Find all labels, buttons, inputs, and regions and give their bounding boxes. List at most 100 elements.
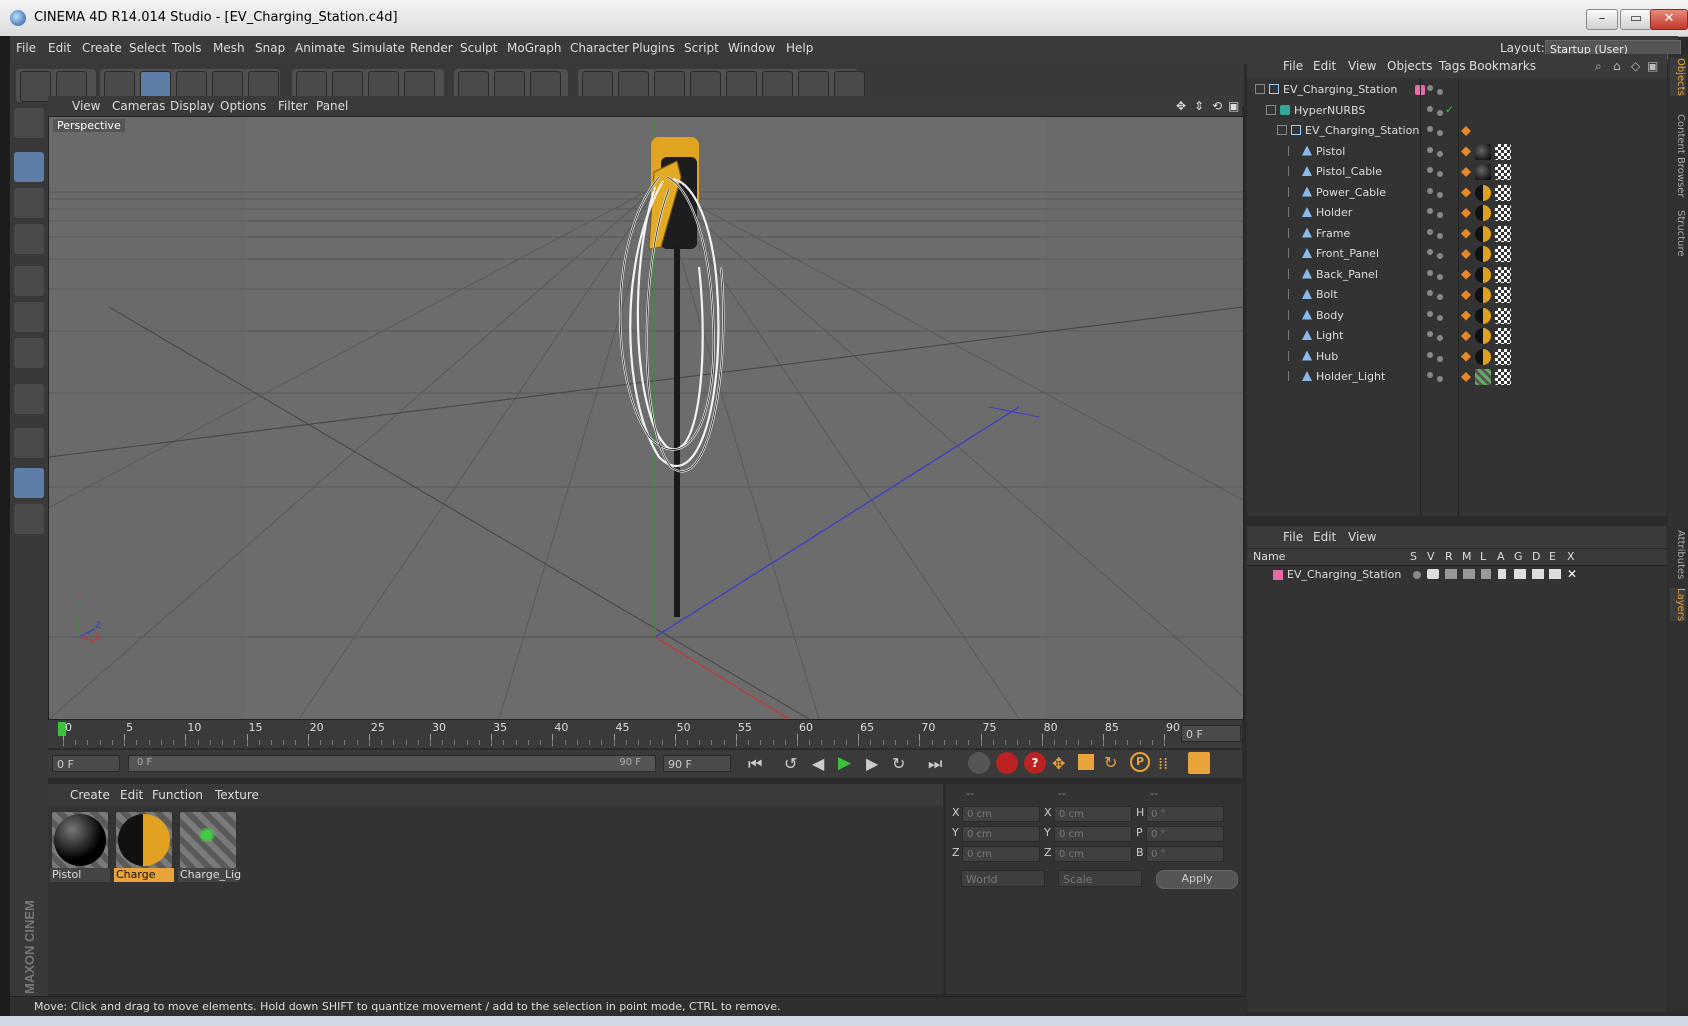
phong-tag-icon[interactable] <box>1461 167 1471 177</box>
record-keys-icon[interactable] <box>968 752 990 774</box>
uvw-tag-icon[interactable] <box>1495 307 1511 324</box>
layer-col-name[interactable]: Name <box>1253 550 1285 563</box>
timeline-window-icon[interactable] <box>1188 752 1210 774</box>
key-rotation-icon[interactable]: ↻ <box>1104 753 1117 772</box>
goto-previous-key-icon[interactable]: ↺ <box>784 754 797 773</box>
material-tag-charge-icon[interactable] <box>1475 348 1491 365</box>
model-mode-icon[interactable] <box>14 152 44 182</box>
objects-menu-objects[interactable]: Objects <box>1387 59 1432 73</box>
object-name[interactable]: Body <box>1316 309 1344 322</box>
menu-tools[interactable]: Tools <box>172 41 202 55</box>
phong-tag-icon[interactable] <box>1461 187 1471 198</box>
rotation-p-field[interactable]: 0 ° <box>1146 826 1224 842</box>
object-row[interactable]: Bolt <box>1247 285 1667 305</box>
new-window-icon[interactable]: ▣ <box>1647 59 1658 73</box>
menu-script[interactable]: Script <box>684 41 719 55</box>
menu-select[interactable]: Select <box>129 41 166 55</box>
editor-visibility-dot[interactable] <box>1427 126 1433 132</box>
play-icon[interactable]: ▶ <box>838 753 851 773</box>
collapse-icon[interactable]: ◇ <box>1631 59 1640 73</box>
object-row[interactable]: EV_Charging_Station <box>1247 80 1667 100</box>
editor-visibility-dot[interactable] <box>1427 290 1433 296</box>
position-z-field[interactable]: 0 cm <box>962 846 1040 862</box>
material-tag-charge-icon[interactable] <box>1475 184 1491 201</box>
menu-character[interactable]: Character <box>570 41 629 55</box>
key-parameter-icon[interactable]: P <box>1130 752 1150 772</box>
layer-col-expressions[interactable]: E <box>1549 550 1556 563</box>
render-visibility-dot[interactable] <box>1437 273 1443 280</box>
preview-range-slider[interactable]: 0 F 90 F <box>128 755 656 772</box>
step-back-icon[interactable]: ◀ <box>812 754 824 773</box>
layer-render-toggle[interactable] <box>1445 569 1457 579</box>
step-forward-icon[interactable]: ▶ <box>866 754 878 773</box>
viewport-menu-panel[interactable]: Panel <box>316 99 348 113</box>
material-tag-charge-icon[interactable] <box>1475 246 1491 262</box>
3d-viewport[interactable]: Perspective Y Z X <box>48 116 1244 720</box>
object-name[interactable]: Bolt <box>1316 288 1338 301</box>
material-tag-charge-light-icon[interactable] <box>1475 369 1491 385</box>
render-visibility-dot[interactable] <box>1437 253 1443 259</box>
object-row[interactable]: Hub <box>1247 347 1667 367</box>
uvw-tag-icon[interactable] <box>1495 184 1511 201</box>
layer-col-manager[interactable]: M <box>1462 550 1472 563</box>
end-frame-field[interactable]: 90 F <box>663 755 731 772</box>
menu-snap[interactable]: Snap <box>255 41 285 55</box>
menu-render[interactable]: Render <box>410 41 453 55</box>
tab-structure[interactable]: Structure <box>1670 210 1686 257</box>
material-menu-function[interactable]: Function <box>152 788 203 802</box>
object-row[interactable]: Pistol_Cable <box>1247 162 1667 182</box>
render-visibility-dot[interactable] <box>1437 294 1443 300</box>
menu-create[interactable]: Create <box>82 41 122 55</box>
layer-lock-toggle[interactable] <box>1481 569 1491 579</box>
menu-mograph[interactable]: MoGraph <box>507 41 562 55</box>
uvw-tag-icon[interactable] <box>1495 369 1511 385</box>
material-tag-charge-icon[interactable] <box>1475 287 1491 303</box>
material-charge-light[interactable]: Charge_Lig <box>178 810 241 882</box>
object-name[interactable]: Front_Panel <box>1316 247 1379 260</box>
menu-animate[interactable]: Animate <box>295 41 345 55</box>
size-x-field[interactable]: 0 cm <box>1054 806 1132 822</box>
expand-toggle-icon[interactable] <box>1277 125 1287 135</box>
phong-tag-icon[interactable] <box>1461 351 1471 362</box>
editor-visibility-dot[interactable] <box>1427 187 1433 194</box>
editor-visibility-dot[interactable] <box>1427 331 1433 337</box>
coordinate-space-dropdown[interactable]: World <box>961 870 1045 887</box>
uvw-tag-icon[interactable] <box>1495 246 1511 262</box>
viewport-rotate-icon[interactable]: ⟲ <box>1212 99 1222 113</box>
size-y-field[interactable]: 0 cm <box>1054 826 1132 842</box>
layer-col-animation[interactable]: A <box>1497 550 1505 563</box>
goto-end-icon[interactable]: ⏭ <box>928 754 942 774</box>
material-charge[interactable]: Charge <box>114 810 174 882</box>
render-visibility-dot[interactable] <box>1437 191 1443 198</box>
editor-visibility-dot[interactable] <box>1427 310 1433 317</box>
object-name[interactable]: Pistol_Cable <box>1316 165 1382 178</box>
material-tag-pistol-icon[interactable] <box>1475 143 1491 160</box>
editor-visibility-dot[interactable] <box>1427 146 1433 153</box>
layer-col-render[interactable]: R <box>1445 550 1453 563</box>
objects-menu-tags[interactable]: Tags <box>1439 59 1466 73</box>
editor-visibility-dot[interactable] <box>1427 85 1433 91</box>
menu-mesh[interactable]: Mesh <box>213 41 245 55</box>
menu-window[interactable]: Window <box>728 41 775 55</box>
viewport-maximize-icon[interactable]: ▣ <box>1228 99 1239 113</box>
locked-workplane-icon[interactable] <box>14 504 44 534</box>
current-frame-field[interactable]: 0 F <box>1181 725 1241 742</box>
layer-col-solo[interactable]: S <box>1410 550 1417 563</box>
uvw-tag-icon[interactable] <box>1495 225 1511 242</box>
phong-tag-icon[interactable] <box>1461 372 1471 382</box>
editor-visibility-dot[interactable] <box>1427 167 1433 173</box>
material-tag-charge-icon[interactable] <box>1475 205 1491 221</box>
object-row[interactable]: Frame <box>1247 224 1667 244</box>
render-visibility-dot[interactable] <box>1437 335 1443 341</box>
key-position-icon[interactable]: ✥ <box>1052 754 1065 773</box>
axis-mode-icon[interactable] <box>14 384 44 414</box>
uvw-tag-icon[interactable] <box>1495 164 1511 180</box>
render-visibility-dot[interactable] <box>1437 109 1443 116</box>
layers-menu-file[interactable]: File <box>1283 530 1303 544</box>
maximize-button[interactable]: ▭ <box>1620 9 1652 30</box>
start-frame-field[interactable]: 0 F <box>52 755 120 772</box>
object-name[interactable]: Holder_Light <box>1316 370 1385 383</box>
goto-start-icon[interactable]: ⏮ <box>748 754 762 774</box>
phong-tag-icon[interactable] <box>1461 249 1471 259</box>
tab-layers[interactable]: Layers <box>1670 588 1686 622</box>
